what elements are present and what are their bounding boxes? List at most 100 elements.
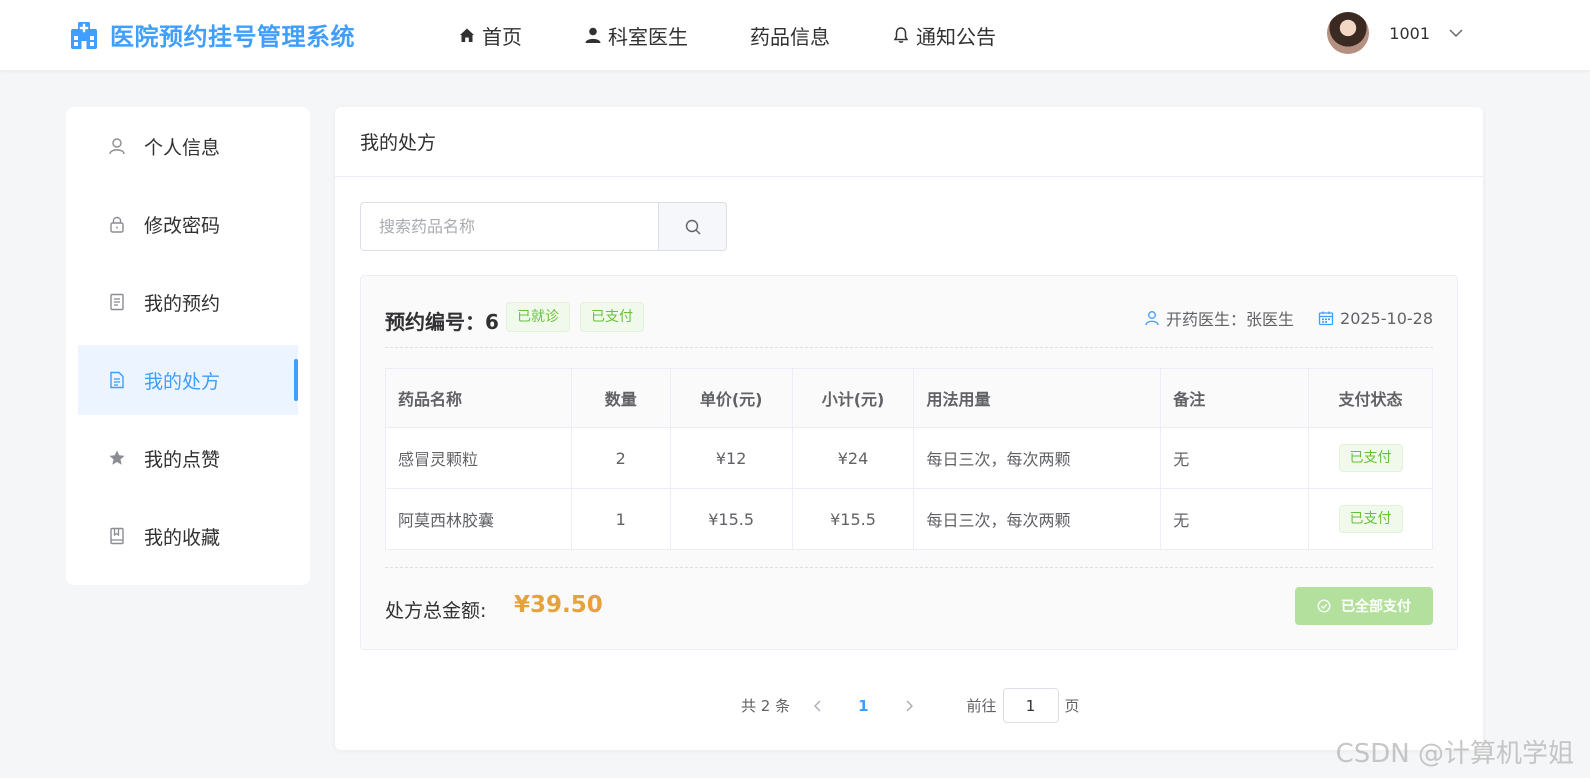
chevron-right-icon[interactable] [901,698,917,714]
goto-page-input[interactable] [1002,688,1059,723]
nav-notices-label: 通知公告 [916,24,996,49]
all-paid-button[interactable]: 已全部支付 [1295,587,1433,625]
medicine-subtotal: ¥24 [791,427,915,489]
column-header: 药品名称 [385,368,572,428]
home-icon [460,28,474,42]
status-tags: 已就诊 已支付 [506,302,644,332]
table-row: 阿莫西林胶囊 1 ¥15.5 ¥15.5 每日三次，每次两颗 无 已支付 [385,488,1433,550]
column-header: 小计(元) [791,368,915,428]
payment-status-cell: 已支付 [1308,488,1433,550]
column-header: 支付状态 [1308,368,1433,428]
medicine-subtotal: ¥15.5 [791,488,915,550]
page-title: 我的处方 [335,107,1483,177]
check-circle-icon [1317,599,1331,613]
pagination-total: 共 2 条 [741,697,791,715]
sidebar-item-prescriptions[interactable]: 我的处方 [78,345,298,415]
medicine-usage: 每日三次，每次两颗 [913,427,1162,489]
prescription-header: 预约编号：6 已就诊 已支付 开药医生： 张医生 2025-10-28 [385,302,1433,348]
status-badge-paid: 已支付 [580,302,644,332]
column-header: 数量 [570,368,671,428]
main-nav: 首页 科室医生 药品信息 通知公告 [458,0,1058,70]
prescription-date: 2025-10-28 [1318,309,1433,328]
medicine-note: 无 [1160,488,1310,550]
nav-home[interactable]: 首页 [458,21,522,50]
doctor-label: 开药医生： [1165,310,1246,329]
medicine-price: ¥12 [669,427,793,489]
payment-status-cell: 已支付 [1308,427,1433,489]
search-input[interactable] [360,202,658,251]
medicine-table: 药品名称 数量 单价(元) 小计(元) 用法用量 备注 支付状态 感冒灵颗粒 2… [385,368,1433,550]
appointment-number: 预约编号：6 [385,306,499,335]
user-menu[interactable]: 1001 [1327,12,1464,54]
watermark: CSDN @计算机学姐 [1335,739,1574,769]
bookmark-icon [110,527,124,545]
sidebar-item-label: 个人信息 [144,136,221,159]
sidebar-item-label: 我的处方 [144,370,221,393]
nav-doctors-label: 科室医生 [608,24,688,49]
total-amount: ¥39.50 [514,592,603,618]
main-panel: 我的处方 预约编号：6 已就诊已支付 开药医生：张医生 2025-10-28 [335,107,1483,750]
sidebar-item-profile[interactable]: 个人信息 [78,111,298,181]
calendar-icon [1318,311,1334,326]
nav-home-label: 首页 [482,24,522,49]
star-icon [109,450,125,465]
column-header: 备注 [1160,368,1310,428]
search-icon [685,219,700,234]
lock-icon [110,216,124,233]
medicine-name: 阿莫西林胶囊 [385,488,572,550]
document-icon [110,293,124,311]
user-icon [109,138,125,155]
total-label: 处方总金额: [385,600,487,622]
medicine-quantity: 1 [570,488,671,550]
nav-doctors[interactable]: 科室医生 [584,21,688,50]
pagination: 共 2 条 1 前往 页 [741,688,1080,723]
user-icon [585,27,601,43]
search-button[interactable] [658,202,727,251]
nav-medicine[interactable]: 药品信息 [750,21,830,50]
sidebar: 个人信息 修改密码 我的预约 我的处方 我的点赞 我的收藏 [66,107,310,585]
sidebar-item-favorites[interactable]: 我的收藏 [78,501,298,571]
goto-label: 前往 [966,697,997,715]
medicine-usage: 每日三次，每次两颗 [913,488,1162,550]
prescription-card: 预约编号：6 已就诊已支付 开药医生：张医生 2025-10-28 药品名称 [360,275,1458,650]
search-bar [360,202,727,251]
chevron-left-icon[interactable] [810,698,826,714]
status-badge: 已支付 [1338,505,1403,533]
bell-icon [893,27,909,43]
page-number[interactable]: 1 [858,697,868,715]
sidebar-item-password[interactable]: 修改密码 [78,189,298,259]
nav-notices[interactable]: 通知公告 [892,21,996,50]
column-header: 单价(元) [669,368,793,428]
status-badge: 已支付 [1338,444,1403,472]
chevron-down-icon[interactable] [1448,25,1464,41]
appointment-number-label: 预约编号： [385,310,485,334]
sidebar-item-label: 我的预约 [144,292,221,315]
page-suffix: 页 [1064,697,1080,715]
column-header: 用法用量 [913,368,1162,428]
prescription-footer: 处方总金额: ¥39.50 已全部支付 [385,567,1433,650]
doctor-name: 张医生 [1246,310,1295,329]
appointment-number-value: 6 [485,310,499,334]
app-title: 医院预约挂号管理系统 [110,23,355,51]
table-row: 感冒灵颗粒 2 ¥12 ¥24 每日三次，每次两颗 无 已支付 [385,427,1433,489]
medicine-note: 无 [1160,427,1310,489]
all-paid-label: 已全部支付 [1341,599,1411,615]
sidebar-item-label: 修改密码 [144,214,221,237]
sidebar-item-likes[interactable]: 我的点赞 [78,423,298,493]
medicine-name: 感冒灵颗粒 [385,427,572,489]
user-icon [1145,311,1159,326]
brand[interactable]: 医院预约挂号管理系统 [68,17,355,52]
nav-medicine-label: 药品信息 [750,24,830,49]
prescription-meta: 开药医生： 张医生 2025-10-28 [1144,306,1433,330]
medicine-price: ¥15.5 [669,488,793,550]
top-navbar: 医院预约挂号管理系统 首页 科室医生 药品信息 通知公告 1001 [0,0,1590,70]
sidebar-item-label: 我的收藏 [144,526,221,549]
prescription-date-value: 2025-10-28 [1340,308,1433,328]
prescription-icon [110,371,124,389]
avatar[interactable] [1327,12,1370,54]
table-header-row: 药品名称 数量 单价(元) 小计(元) 用法用量 备注 支付状态 [385,368,1433,428]
sidebar-item-appointments[interactable]: 我的预约 [78,267,298,337]
hospital-icon [71,21,97,49]
medicine-quantity: 2 [570,427,671,489]
status-badge-visited: 已就诊 [506,302,570,332]
